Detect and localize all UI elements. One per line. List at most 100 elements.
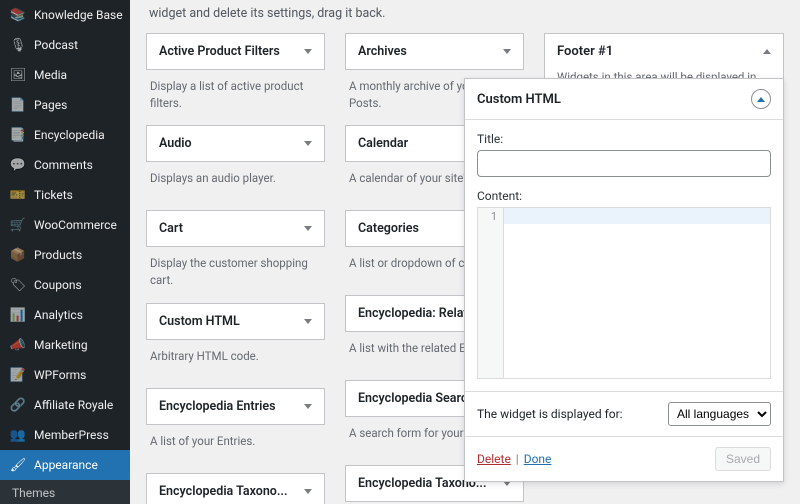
close-widget-link[interactable]: Done: [524, 452, 552, 466]
sidebar-item-label: MemberPress: [34, 428, 109, 442]
widget-action-row: Delete | Done Saved: [465, 436, 783, 481]
widget-panel-title: Custom HTML: [477, 92, 561, 107]
widgets-main: widget and delete its settings, drag it …: [130, 0, 800, 504]
sidebar-icon: 📄: [10, 97, 26, 113]
sidebar-icon: 🖼: [10, 67, 26, 83]
admin-sidebar: 📚Knowledge Base 🎙 Podcast 🖼 Media 📄 Pages 📑 Ency…: [0, 0, 130, 504]
available-widget-title: Custom HTML: [159, 314, 240, 329]
sidebar-item-label: Coupons: [34, 278, 82, 292]
chevron-down-icon: [304, 404, 312, 409]
sidebar-item-coupons[interactable]: 🏷 Coupons: [0, 270, 130, 300]
available-widget-description: Displays an audio player.: [150, 170, 321, 196]
available-widget-description: Arbitrary HTML code.: [150, 348, 321, 374]
chevron-down-icon: [304, 319, 312, 324]
sidebar-item-appearance[interactable]: 🖌Appearance: [0, 450, 130, 480]
available-widget-active-product-filters[interactable]: Active Product Filters: [146, 33, 325, 70]
widget-language-select[interactable]: All languages: [668, 402, 771, 426]
sidebar-item-label: Tickets: [34, 188, 73, 202]
sidebar-icon: 📝: [10, 367, 26, 383]
sidebar-item-memberpress[interactable]: 👥 MemberPress: [0, 420, 130, 450]
code-editor-gutter: 1: [478, 208, 504, 378]
chevron-up-icon: [763, 49, 771, 54]
available-widget-custom-html[interactable]: Custom HTML: [146, 303, 325, 340]
sidebar-icon: 🎫: [10, 187, 26, 203]
sidebar-item-label: Media: [34, 68, 67, 82]
widget-title-input[interactable]: [477, 150, 771, 177]
sidebar-item-label: Podcast: [34, 38, 78, 52]
sidebar-item-label: Analytics: [34, 308, 83, 322]
sidebar-item-comments[interactable]: 💬 Comments: [0, 150, 130, 180]
sidebar-icon: 🔗: [10, 397, 26, 413]
widget-panel-header: Custom HTML: [465, 79, 783, 120]
sidebar-item-affiliate-royale[interactable]: 🔗Affiliate Royale: [0, 390, 130, 420]
sidebar-item-pages[interactable]: 📄 Pages: [0, 90, 130, 120]
available-widget-title: Encyclopedia Search: [358, 391, 474, 406]
available-widget-encyclopedia-entries[interactable]: Encyclopedia Entries: [146, 388, 325, 425]
chevron-down-icon: [304, 489, 312, 494]
gutter-line-1: 1: [484, 210, 497, 226]
delete-widget-link[interactable]: Delete: [477, 452, 511, 466]
sidebar-item-label: WooCommerce: [34, 218, 117, 232]
widget-area-title: Footer #1: [557, 44, 613, 59]
sidebar-item-label: Marketing: [34, 338, 88, 352]
html-code-editor[interactable]: 1: [477, 207, 771, 379]
widget-display-language-row: The widget is displayed for: All languag…: [465, 391, 783, 436]
sidebar-icon: 🏷: [10, 277, 26, 293]
available-widget-title: Audio: [159, 136, 192, 151]
widget-area-toggle[interactable]: Footer #1: [545, 34, 783, 69]
lang-label: The widget is displayed for:: [477, 407, 623, 421]
collapse-widget-button[interactable]: [751, 89, 771, 109]
sidebar-item-label: Pages: [34, 98, 67, 112]
sidebar-item-media[interactable]: 🖼 Media: [0, 60, 130, 90]
widget-panel-body: Title: Content: 1: [465, 120, 783, 391]
sidebar-icon: 📑: [10, 127, 26, 143]
available-widget-cart[interactable]: Cart: [146, 210, 325, 247]
sidebar-item-tickets[interactable]: 🎫 Tickets: [0, 180, 130, 210]
available-widget-title: Encyclopedia Taxono...: [159, 484, 288, 499]
sidebar-subitem-themes[interactable]: Themes: [0, 480, 130, 504]
sidebar-item-label: Products: [34, 248, 82, 262]
code-editor-body[interactable]: [504, 208, 770, 378]
available-widget-title: Encyclopedia Entries: [159, 399, 276, 414]
available-widgets-col-1: Active Product Filters Display a list of …: [146, 33, 325, 504]
sidebar-item-podcast[interactable]: 🎙 Podcast: [0, 30, 130, 60]
custom-html-widget-panel: Custom HTML Title: Content: 1: [464, 78, 784, 482]
sidebar-item-analytics[interactable]: 📊 Analytics: [0, 300, 130, 330]
link-separator: |: [516, 452, 522, 466]
saved-button: Saved: [715, 447, 771, 471]
available-widget-encyclopedia-taxono[interactable]: Encyclopedia Taxono...: [146, 473, 325, 504]
chevron-down-icon: [304, 49, 312, 54]
sidebar-icon: 💬: [10, 157, 26, 173]
code-editor-line-highlight: [504, 208, 770, 224]
chevron-down-icon: [503, 49, 511, 54]
sidebar-item-label: WPForms: [34, 368, 86, 382]
content-label: Content:: [477, 189, 771, 203]
title-label: Title:: [477, 132, 771, 146]
available-widget-title: Cart: [159, 221, 183, 236]
sidebar-item-products[interactable]: 📦 Products: [0, 240, 130, 270]
available-widget-title: Categories: [358, 221, 419, 236]
sidebar-item-label: Comments: [34, 158, 93, 172]
sidebar-item-label: Knowledge Base: [34, 8, 123, 22]
sidebar-item-label: Appearance: [34, 458, 98, 472]
chevron-down-icon: [503, 481, 511, 486]
available-widget-title: Archives: [358, 44, 407, 59]
sidebar-icon: 🎙: [10, 37, 26, 53]
sidebar-icon: 📊: [10, 307, 26, 323]
available-widget-title: Active Product Filters: [159, 44, 280, 59]
available-widget-audio[interactable]: Audio: [146, 125, 325, 162]
sidebar-icon: 👥: [10, 427, 26, 443]
available-widget-title: Calendar: [358, 136, 408, 151]
sidebar-item-marketing[interactable]: 📣Marketing: [0, 330, 130, 360]
available-widget-description: Display a list of active product filters…: [150, 78, 321, 111]
sidebar-item-encyclopedia[interactable]: 📑 Encyclopedia: [0, 120, 130, 150]
sidebar-item-label: Encyclopedia: [34, 128, 105, 142]
sidebar-item-wpforms[interactable]: 📝 WPForms: [0, 360, 130, 390]
sidebar-icon: 📦: [10, 247, 26, 263]
available-widget-description: Display the customer shopping cart.: [150, 255, 321, 288]
available-widget-description: A list of your Entries.: [150, 433, 321, 459]
chevron-up-icon: [757, 97, 765, 102]
available-widget-archives[interactable]: Archives: [345, 33, 524, 70]
sidebar-item-woocommerce[interactable]: 🛒WooCommerce: [0, 210, 130, 240]
sidebar-item-knowledge-base[interactable]: 📚Knowledge Base: [0, 0, 130, 30]
